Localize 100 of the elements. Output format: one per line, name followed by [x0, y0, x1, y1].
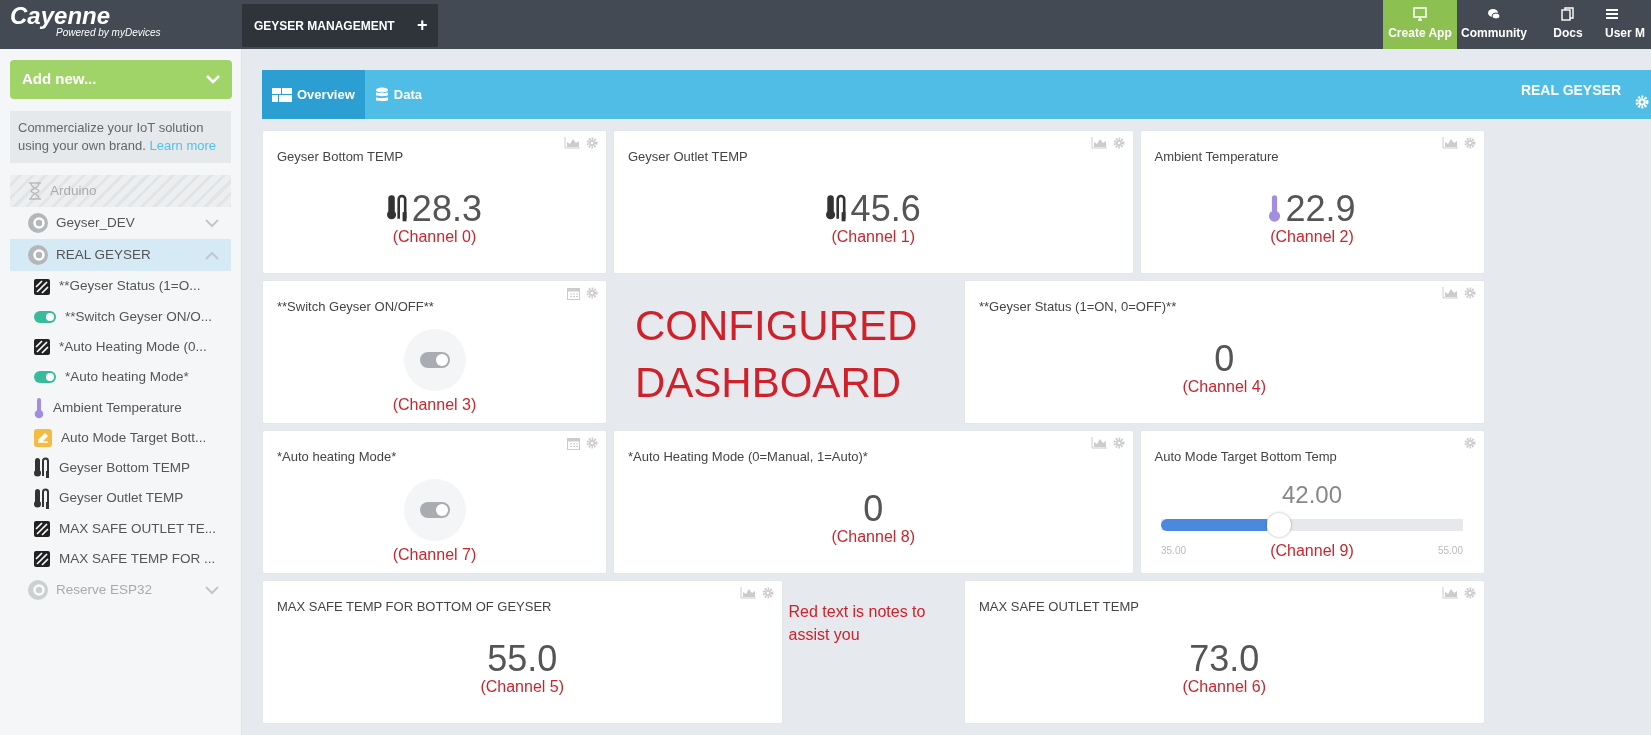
sensor-item[interactable]: Geyser Outlet TEMP — [0, 483, 241, 514]
note-text: (Channel 7) — [392, 544, 477, 564]
settings-icon[interactable] — [1463, 137, 1476, 149]
database-icon — [374, 86, 389, 103]
top-action-button[interactable]: Docs — [1531, 0, 1605, 49]
widget-title: **Geyser Status (1=ON, 0=OFF)** — [979, 298, 1177, 316]
stripes-icon — [34, 551, 50, 568]
calendar-icon[interactable] — [567, 437, 580, 450]
note-text: (Channel 9) — [1270, 540, 1354, 560]
probe-icon — [34, 487, 50, 510]
settings-icon[interactable] — [586, 137, 598, 149]
note-text: (Channel 1) — [831, 226, 916, 246]
sensor-item[interactable]: *Auto heating Mode* — [0, 362, 241, 393]
note-text: (Channel 0) — [392, 226, 477, 246]
thermometer-icon — [34, 396, 44, 419]
hourglass-icon — [28, 182, 42, 201]
slider-icon — [34, 429, 52, 447]
sensor-item[interactable]: *Auto Heating Mode (0... — [0, 331, 241, 363]
top-action-button[interactable]: User M — [1605, 0, 1651, 49]
widget-value: 42.00 — [1281, 482, 1343, 507]
toggle-switch[interactable] — [419, 501, 450, 518]
chart-icon[interactable] — [1090, 137, 1107, 149]
sensor-item[interactable]: Ambient Temperature — [0, 392, 241, 423]
device-icon — [28, 245, 48, 266]
tagline: Powered by myDevices — [56, 28, 162, 38]
chevron-up-icon[interactable] — [205, 250, 219, 260]
slider-max-label: 55.00 — [1437, 543, 1463, 558]
calendar-icon[interactable] — [567, 287, 580, 300]
sensor-item[interactable]: MAX SAFE TEMP FOR ... — [0, 544, 241, 575]
widget-value: 45.6 — [850, 190, 921, 227]
settings-icon[interactable] — [1463, 587, 1476, 599]
widget-title: *Auto Heating Mode (0=Manual, 1=Auto)* — [628, 448, 868, 466]
note-text: Red text is notes to assist you — [788, 602, 927, 646]
chart-icon[interactable] — [739, 587, 756, 599]
note-text: (Channel 2) — [1270, 226, 1354, 246]
chevron-down-icon[interactable] — [205, 218, 219, 228]
note-text: (Channel 8) — [831, 526, 916, 546]
device-item[interactable]: Geyser_DEV — [10, 207, 231, 240]
slider-fill[interactable] — [1161, 518, 1267, 531]
chevron-down-icon — [206, 75, 220, 84]
thermometer-icon — [1268, 194, 1282, 223]
sensor-item[interactable]: Auto Mode Target Bott... — [0, 422, 241, 454]
widget-title: Geyser Outlet TEMP — [628, 148, 748, 166]
annotation-text: DASHBOARD — [635, 357, 902, 408]
widget-value: 73.0 — [1189, 640, 1260, 677]
monitor-icon — [1413, 7, 1427, 21]
documents-icon — [1561, 7, 1575, 21]
device-icon — [28, 580, 48, 601]
project-tab[interactable]: GEYSER MANAGEMENT — [242, 4, 407, 47]
chart-icon[interactable] — [1441, 137, 1458, 149]
widget-value: 0 — [863, 490, 884, 527]
widget-value: 0 — [1214, 340, 1235, 377]
widget-value: 55.0 — [487, 640, 558, 677]
chart-icon[interactable] — [1441, 287, 1458, 299]
device-item[interactable]: REAL GEYSER — [10, 239, 231, 272]
note-text: (Channel 5) — [480, 676, 565, 696]
note-text: (Channel 6) — [1182, 676, 1267, 696]
settings-icon[interactable] — [1463, 287, 1476, 299]
menu-icon — [1605, 7, 1619, 21]
widget-title: **Switch Geyser ON/OFF** — [277, 298, 434, 316]
slider-min-label: 35.00 — [1161, 543, 1187, 558]
add-tab-button[interactable]: + — [406, 4, 438, 47]
widget-title: MAX SAFE OUTLET TEMP — [979, 598, 1139, 616]
annotation-text: CONFIGURED — [635, 301, 918, 351]
toggle-icon — [34, 371, 56, 384]
settings-icon[interactable] — [586, 287, 598, 299]
chart-icon[interactable] — [1441, 587, 1458, 599]
settings-icon[interactable] — [761, 587, 774, 599]
sensor-item[interactable]: Geyser Bottom TEMP — [0, 453, 241, 484]
settings-icon[interactable] — [1112, 437, 1125, 449]
settings-icon[interactable] — [1112, 137, 1125, 149]
device-name: REAL GEYSER — [1520, 81, 1621, 100]
top-action-button[interactable]: Community — [1457, 0, 1531, 49]
chart-icon[interactable] — [1090, 437, 1107, 449]
sensor-item[interactable]: **Switch Geyser ON/O... — [0, 301, 241, 332]
grid-icon — [272, 87, 292, 102]
widget-value: 22.9 — [1285, 190, 1356, 227]
toggle-icon — [34, 310, 56, 323]
probe-icon — [34, 457, 50, 480]
widget-title: MAX SAFE TEMP FOR BOTTOM OF GEYSER — [277, 598, 552, 616]
settings-icon[interactable] — [1463, 437, 1476, 449]
widget-title: *Auto heating Mode* — [277, 448, 397, 466]
probe-icon — [387, 194, 408, 223]
settings-icon[interactable] — [586, 437, 598, 449]
widget-title: Geyser Bottom TEMP — [277, 148, 404, 166]
sensor-item[interactable]: **Geyser Status (1=O... — [0, 271, 241, 302]
stripes-icon — [34, 520, 50, 537]
logo: Cayenne — [10, 4, 111, 28]
promo-text: Commercialize your IoT solution using your own brand. Learn more — [10, 111, 231, 164]
stripes-icon — [34, 339, 50, 356]
sensor-item[interactable]: MAX SAFE OUTLET TE... — [0, 513, 241, 545]
widget-title: Auto Mode Target Bottom Temp — [1154, 448, 1337, 466]
device-icon — [28, 213, 48, 234]
toggle-switch[interactable] — [419, 351, 450, 368]
chart-icon[interactable] — [564, 137, 580, 149]
widget-value: 28.3 — [411, 190, 482, 227]
note-text: (Channel 4) — [1182, 376, 1267, 396]
widget-title: Ambient Temperature — [1154, 148, 1279, 166]
probe-icon — [825, 194, 847, 223]
slider-thumb[interactable] — [1266, 512, 1291, 537]
